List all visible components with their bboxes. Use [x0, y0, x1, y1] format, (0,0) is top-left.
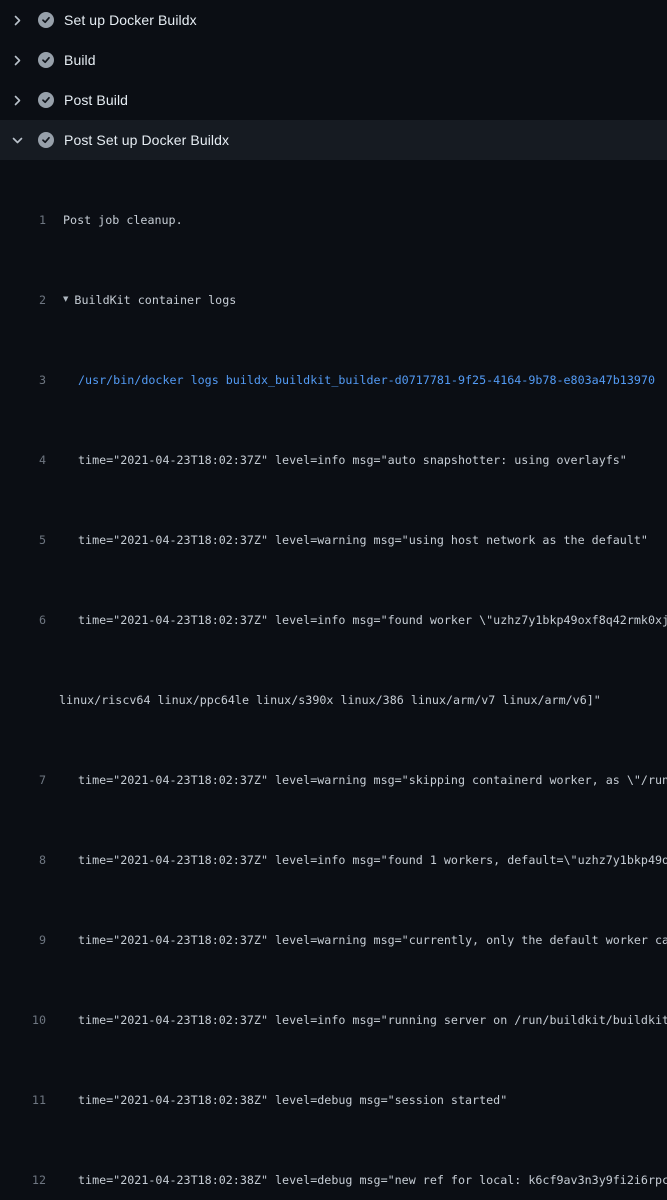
line-number[interactable]: 5	[0, 530, 46, 550]
log-line-text: linux/riscv64 linux/ppc64le linux/s390x …	[59, 690, 601, 710]
step-row[interactable]: Post Build	[0, 80, 667, 120]
line-number[interactable]: 7	[0, 770, 46, 790]
line-number[interactable]: 8	[0, 850, 46, 870]
log-line-text: time="2021-04-23T18:02:38Z" level=debug …	[78, 1090, 507, 1110]
log-line-text: Post job cleanup.	[63, 210, 183, 230]
steps-list: Set up Docker Buildx Build Post Build	[0, 0, 667, 160]
step-row[interactable]: Build	[0, 40, 667, 80]
log-line[interactable]: 2 ▼BuildKit container logs	[0, 290, 667, 310]
log-line: 1 Post job cleanup.	[0, 210, 667, 230]
log-line: 4 time="2021-04-23T18:02:37Z" level=info…	[0, 450, 667, 470]
log-line-text: time="2021-04-23T18:02:37Z" level=info m…	[78, 450, 627, 470]
chevron-right-icon[interactable]	[11, 54, 24, 67]
step-title: Post Build	[64, 92, 128, 108]
log-line: linux/riscv64 linux/ppc64le linux/s390x …	[0, 690, 667, 710]
step-title: Set up Docker Buildx	[64, 12, 197, 28]
log-line-text: time="2021-04-23T18:02:37Z" level=warnin…	[78, 930, 667, 950]
log-line: 10 time="2021-04-23T18:02:37Z" level=inf…	[0, 1010, 667, 1030]
log-line: 12 time="2021-04-23T18:02:38Z" level=deb…	[0, 1170, 667, 1190]
chevron-down-icon[interactable]	[11, 134, 24, 147]
line-number[interactable]: 1	[0, 210, 46, 230]
line-number[interactable]: 11	[0, 1090, 46, 1110]
log-line-text: time="2021-04-23T18:02:37Z" level=warnin…	[78, 530, 648, 550]
line-number[interactable]: 3	[0, 370, 46, 390]
log-line: 7 time="2021-04-23T18:02:37Z" level=warn…	[0, 770, 667, 790]
log-line: 5 time="2021-04-23T18:02:37Z" level=warn…	[0, 530, 667, 550]
line-number[interactable]: 10	[0, 1010, 46, 1030]
check-circle-icon	[38, 12, 54, 28]
check-circle-icon	[38, 52, 54, 68]
step-title: Post Set up Docker Buildx	[64, 132, 229, 148]
check-circle-icon	[38, 132, 54, 148]
log-line-text: time="2021-04-23T18:02:37Z" level=info m…	[78, 1010, 667, 1030]
line-number[interactable]	[0, 690, 46, 710]
step-row[interactable]: Set up Docker Buildx	[0, 0, 667, 40]
line-number[interactable]: 12	[0, 1170, 46, 1190]
line-number[interactable]: 4	[0, 450, 46, 470]
line-number[interactable]: 6	[0, 610, 46, 630]
line-number[interactable]: 2	[0, 290, 46, 310]
log-line-text: time="2021-04-23T18:02:37Z" level=info m…	[78, 610, 667, 630]
chevron-right-icon[interactable]	[11, 94, 24, 107]
log-line: 11 time="2021-04-23T18:02:38Z" level=deb…	[0, 1090, 667, 1110]
log-line-text: time="2021-04-23T18:02:37Z" level=warnin…	[78, 770, 667, 790]
log-line: 8 time="2021-04-23T18:02:37Z" level=info…	[0, 850, 667, 870]
chevron-right-icon[interactable]	[11, 14, 24, 27]
step-title: Build	[64, 52, 96, 68]
log-line-text: /usr/bin/docker logs buildx_buildkit_bui…	[78, 370, 655, 390]
log-line-text: ▼BuildKit container logs	[63, 290, 236, 310]
log-line: 3 /usr/bin/docker logs buildx_buildkit_b…	[0, 370, 667, 390]
log-line: 9 time="2021-04-23T18:02:37Z" level=warn…	[0, 930, 667, 950]
line-number[interactable]: 9	[0, 930, 46, 950]
log-viewer: 1 Post job cleanup. 2 ▼BuildKit containe…	[0, 160, 667, 1200]
check-circle-icon	[38, 92, 54, 108]
step-row[interactable]: Post Set up Docker Buildx	[0, 120, 667, 160]
log-line-text: time="2021-04-23T18:02:38Z" level=debug …	[78, 1170, 667, 1190]
log-line: 6 time="2021-04-23T18:02:37Z" level=info…	[0, 610, 667, 630]
log-line-text: time="2021-04-23T18:02:37Z" level=info m…	[78, 850, 667, 870]
group-collapse-icon[interactable]: ▼	[63, 290, 68, 310]
